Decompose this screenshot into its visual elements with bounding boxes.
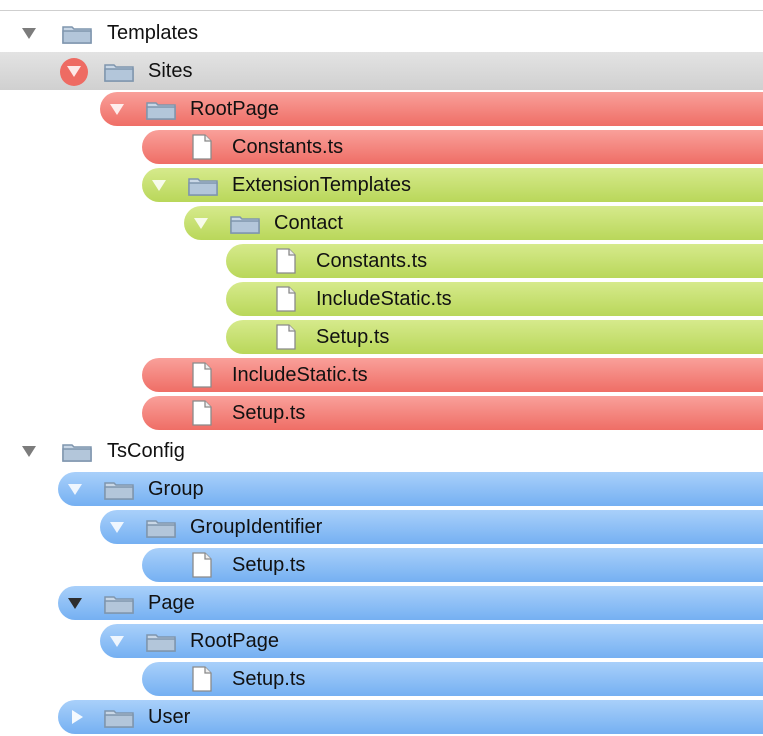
file-icon xyxy=(192,552,212,578)
tree-item-label: IncludeStatic.ts xyxy=(316,288,452,310)
disclosure-triangle-down-icon[interactable] xyxy=(110,104,124,115)
tree-item-label: TsConfig xyxy=(107,440,185,462)
tree-item-label: GroupIdentifier xyxy=(190,516,323,538)
folder-icon xyxy=(146,632,176,652)
tree-item-label: RootPage xyxy=(190,630,279,652)
tree-row-page[interactable]: Page xyxy=(0,584,763,622)
tree-row-group-setup[interactable]: Setup.ts xyxy=(0,546,763,584)
tree-item-label: Sites xyxy=(148,60,193,82)
tree-row-contact-setup[interactable]: Setup.ts xyxy=(0,318,763,356)
disclosure-triangle-down-icon[interactable] xyxy=(68,598,82,609)
tree-row-user[interactable]: User xyxy=(0,698,763,736)
tree-row-sites[interactable]: Sites xyxy=(0,52,763,90)
tree-row-page-rootpage[interactable]: RootPage xyxy=(0,622,763,660)
top-divider xyxy=(0,10,763,11)
file-icon xyxy=(192,134,212,160)
disclosure-triangle-down-icon[interactable] xyxy=(22,28,36,39)
disclosure-triangle-down-icon[interactable] xyxy=(68,484,82,495)
green-label-highlight xyxy=(184,206,763,240)
tree-row-contact[interactable]: Contact xyxy=(0,204,763,242)
file-icon xyxy=(192,400,212,426)
disclosure-triangle-right-icon[interactable] xyxy=(72,710,83,724)
disclosure-triangle-down-icon[interactable] xyxy=(67,66,81,77)
tree-item-label: Group xyxy=(148,478,204,500)
disclosure-triangle-down-icon[interactable] xyxy=(110,522,124,533)
disclosure-triangle-down-icon[interactable] xyxy=(152,180,166,191)
tree-row-setup[interactable]: Setup.ts xyxy=(0,394,763,432)
folder-icon xyxy=(104,594,134,614)
file-icon xyxy=(192,362,212,388)
file-icon xyxy=(276,324,296,350)
folder-icon xyxy=(230,214,260,234)
tree-item-label: Setup.ts xyxy=(316,326,390,348)
file-tree: Templates Sites RootPage Constants.ts Ex… xyxy=(0,0,763,734)
tree-row-templates[interactable]: Templates xyxy=(0,14,763,52)
tree-item-label: RootPage xyxy=(190,98,279,120)
green-label-highlight xyxy=(226,244,763,278)
tree-item-label: Setup.ts xyxy=(232,554,306,576)
file-icon xyxy=(192,666,212,692)
tree-row-contact-includestatic[interactable]: IncludeStatic.ts xyxy=(0,280,763,318)
tree-item-label: Constants.ts xyxy=(316,250,428,272)
tree-item-label: Setup.ts xyxy=(232,668,306,690)
tree-row-rootpage[interactable]: RootPage xyxy=(0,90,763,128)
folder-icon xyxy=(104,708,134,728)
folder-icon xyxy=(62,24,92,44)
tree-row-groupidentifier[interactable]: GroupIdentifier xyxy=(0,508,763,546)
file-icon xyxy=(276,248,296,274)
tree-item-label: IncludeStatic.ts xyxy=(232,364,368,386)
tree-row-group[interactable]: Group xyxy=(0,470,763,508)
tree-item-label: Contact xyxy=(274,212,343,234)
folder-icon xyxy=(104,480,134,500)
tree-item-label: User xyxy=(148,706,191,728)
tree-item-label: Constants.ts xyxy=(232,136,344,158)
tree-row-tsconfig[interactable]: TsConfig xyxy=(0,432,763,470)
tree-item-label: Setup.ts xyxy=(232,402,306,424)
tree-item-label: Page xyxy=(148,592,195,614)
tree-row-page-setup[interactable]: Setup.ts xyxy=(0,660,763,698)
folder-icon xyxy=(188,176,218,196)
file-icon xyxy=(276,286,296,312)
disclosure-triangle-down-icon[interactable] xyxy=(22,446,36,457)
folder-icon xyxy=(62,442,92,462)
tree-row-extensiontemplates[interactable]: ExtensionTemplates xyxy=(0,166,763,204)
tree-item-label: ExtensionTemplates xyxy=(232,174,411,196)
disclosure-triangle-down-icon[interactable] xyxy=(110,636,124,647)
tree-row-contact-constants[interactable]: Constants.ts xyxy=(0,242,763,280)
green-label-highlight xyxy=(226,282,763,316)
folder-icon xyxy=(146,100,176,120)
tree-row-includestatic[interactable]: IncludeStatic.ts xyxy=(0,356,763,394)
folder-icon xyxy=(146,518,176,538)
tree-item-label: Templates xyxy=(107,22,199,44)
green-label-highlight xyxy=(226,320,763,354)
folder-icon xyxy=(104,62,134,82)
disclosure-triangle-down-icon[interactable] xyxy=(194,218,208,229)
tree-row-constants[interactable]: Constants.ts xyxy=(0,128,763,166)
